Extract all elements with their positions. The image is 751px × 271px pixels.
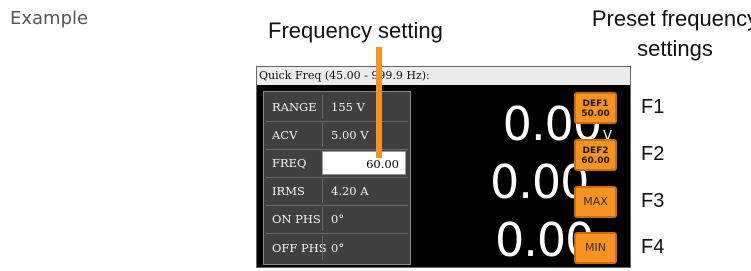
param-row-irms[interactable]: IRMS 4.20 A bbox=[266, 178, 408, 204]
f3-label: F3 bbox=[641, 190, 665, 212]
param-value: 4.20 A bbox=[322, 179, 406, 203]
param-name: OFF PHS bbox=[272, 241, 327, 255]
param-name: RANGE bbox=[272, 100, 317, 114]
param-row-freq[interactable]: FREQ 60.00 bbox=[266, 150, 408, 176]
f1-label: F1 bbox=[641, 96, 665, 118]
param-name: ACV bbox=[272, 128, 298, 142]
preset-callout-line1: Preset frequency bbox=[591, 6, 751, 31]
param-value: 5.00 V bbox=[322, 123, 406, 147]
frequency-pointer-line bbox=[376, 47, 382, 158]
param-name: ON PHS bbox=[272, 212, 321, 226]
example-label: Example bbox=[10, 8, 89, 29]
param-row-range[interactable]: RANGE 155 V bbox=[266, 94, 408, 120]
softkey-label: DEF1 bbox=[582, 99, 609, 109]
param-value: 0° bbox=[322, 236, 406, 260]
param-row-on-phs[interactable]: ON PHS 0° bbox=[266, 206, 408, 232]
param-value: 0° bbox=[322, 207, 406, 231]
preset-callout-line2: settings bbox=[637, 36, 713, 61]
max-softkey[interactable]: MAX bbox=[574, 186, 617, 218]
param-row-off-phs[interactable]: OFF PHS 0° bbox=[266, 235, 408, 261]
preset-frequency-callout: Preset frequency settings bbox=[590, 4, 751, 64]
param-row-acv[interactable]: ACV 5.00 V bbox=[266, 122, 408, 148]
def2-softkey[interactable]: DEF2 60.00 bbox=[574, 139, 617, 171]
frequency-setting-callout: Frequency setting bbox=[268, 18, 443, 43]
param-value: 155 V bbox=[322, 95, 406, 119]
param-name: IRMS bbox=[272, 184, 305, 198]
def1-softkey[interactable]: DEF1 50.00 bbox=[574, 92, 617, 124]
softkey-value: 50.00 bbox=[581, 109, 610, 119]
softkey-label: DEF2 bbox=[582, 146, 609, 156]
quick-freq-header: Quick Freq (45.00 - 999.9 Hz): bbox=[257, 67, 630, 85]
f2-label: F2 bbox=[641, 143, 665, 165]
parameter-panel: RANGE 155 V ACV 5.00 V FREQ 60.00 IRMS 4… bbox=[263, 91, 411, 265]
min-softkey[interactable]: MIN bbox=[574, 232, 617, 264]
softkey-value: 60.00 bbox=[581, 156, 610, 166]
f4-label: F4 bbox=[641, 236, 665, 258]
row-divider bbox=[266, 233, 408, 234]
param-name: FREQ bbox=[272, 156, 307, 170]
freq-value-input[interactable]: 60.00 bbox=[322, 151, 406, 175]
